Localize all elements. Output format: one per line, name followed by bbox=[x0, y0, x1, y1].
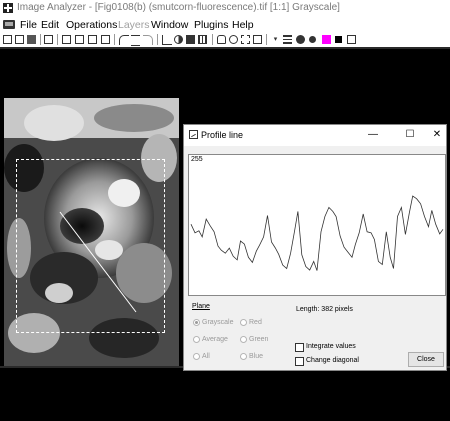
radio-red-label: Red bbox=[249, 319, 262, 326]
line-icon[interactable] bbox=[162, 35, 172, 45]
save-icon[interactable] bbox=[27, 35, 36, 44]
menu-bar: File Edit Operations Layers Window Plugi… bbox=[0, 17, 450, 34]
contrast-icon[interactable] bbox=[174, 35, 183, 44]
fg-color-icon[interactable] bbox=[322, 35, 331, 44]
third-color-icon[interactable] bbox=[347, 35, 356, 44]
redo-icon[interactable] bbox=[131, 35, 140, 46]
bg-color-icon[interactable] bbox=[335, 36, 342, 43]
radio-blue[interactable] bbox=[240, 353, 247, 360]
minimize-button[interactable]: — bbox=[364, 127, 382, 143]
plane-label: Plane bbox=[192, 303, 210, 310]
zoom-icon[interactable] bbox=[229, 35, 238, 44]
select-icon[interactable] bbox=[241, 35, 250, 44]
print-icon[interactable] bbox=[44, 35, 53, 44]
menu-edit[interactable]: Edit bbox=[41, 19, 59, 31]
lasso-icon[interactable] bbox=[198, 35, 207, 44]
profile-series-line bbox=[190, 195, 444, 271]
close-button[interactable]: Close bbox=[408, 352, 444, 367]
window-title: Image Analyzer - [Fig0108(b) (smutcorn-f… bbox=[17, 2, 340, 13]
radio-green[interactable] bbox=[240, 336, 247, 343]
menu-file[interactable]: File bbox=[20, 19, 37, 31]
change-diagonal-checkbox[interactable] bbox=[295, 357, 304, 366]
chart-line-icon bbox=[189, 130, 198, 139]
cut-icon[interactable] bbox=[88, 35, 97, 44]
crop-icon[interactable] bbox=[101, 35, 110, 44]
menu-plugins[interactable]: Plugins bbox=[194, 19, 228, 31]
toolbar-separator bbox=[157, 34, 158, 45]
toolbar-separator bbox=[266, 34, 267, 45]
radio-red[interactable] bbox=[240, 319, 247, 326]
toolbar: ▾ bbox=[0, 33, 450, 47]
radio-grayscale-label: Grayscale bbox=[202, 319, 234, 326]
profile-window-title: Profile line bbox=[201, 130, 244, 140]
radio-average[interactable] bbox=[193, 336, 200, 343]
grid-icon[interactable] bbox=[143, 35, 153, 45]
spray-icon[interactable] bbox=[309, 36, 316, 43]
open-icon[interactable] bbox=[15, 35, 24, 44]
radio-all-label: All bbox=[202, 353, 210, 360]
plus-app-icon bbox=[3, 3, 13, 13]
menu-layers: Layers bbox=[118, 19, 150, 31]
undo-icon[interactable] bbox=[119, 35, 129, 45]
hand-icon[interactable] bbox=[217, 35, 226, 44]
image-canvas[interactable] bbox=[4, 98, 179, 366]
menu-operations[interactable]: Operations bbox=[66, 19, 117, 31]
radio-green-label: Green bbox=[249, 336, 269, 343]
new-icon[interactable] bbox=[3, 35, 12, 44]
pen-width-icon[interactable] bbox=[283, 35, 292, 44]
paste-icon[interactable] bbox=[75, 35, 84, 44]
brightness-icon[interactable] bbox=[186, 35, 195, 44]
radio-blue-label: Blue bbox=[249, 353, 264, 360]
title-bar: Image Analyzer - [Fig0108(b) (smutcorn-f… bbox=[0, 0, 450, 17]
integrate-values-checkbox[interactable] bbox=[295, 343, 304, 352]
radio-grayscale[interactable] bbox=[193, 319, 200, 326]
profile-chart bbox=[190, 195, 444, 271]
radio-average-label: Average bbox=[202, 336, 228, 343]
maximize-button[interactable]: ☐ bbox=[401, 127, 419, 143]
toolbar-separator bbox=[212, 34, 213, 45]
radio-all[interactable] bbox=[193, 353, 200, 360]
length-text: Length: 382 pixels bbox=[296, 306, 353, 313]
integrate-values-label: Integrate values bbox=[306, 343, 356, 350]
close-window-button[interactable]: ✕ bbox=[428, 127, 446, 143]
brush-icon[interactable] bbox=[296, 35, 305, 44]
toolbar-separator bbox=[57, 34, 58, 45]
menu-help[interactable]: Help bbox=[232, 19, 254, 31]
change-diagonal-label: Change diagonal bbox=[306, 357, 359, 364]
profile-plot: 255 bbox=[188, 154, 446, 296]
menu-window[interactable]: Window bbox=[151, 19, 188, 31]
workspace-band bbox=[0, 47, 450, 49]
selection-rectangle[interactable] bbox=[16, 159, 165, 333]
white-color-icon[interactable] bbox=[253, 35, 262, 44]
document-menu-icon[interactable] bbox=[3, 20, 15, 29]
copy-icon[interactable] bbox=[62, 35, 71, 44]
dropdown-icon[interactable]: ▾ bbox=[271, 35, 280, 44]
toolbar-separator bbox=[40, 34, 41, 45]
toolbar-separator bbox=[114, 34, 115, 45]
profile-line-window: Profile line — ☐ ✕ 255 Plane Grayscale R… bbox=[183, 124, 447, 371]
profile-window-titlebar[interactable]: Profile line — ☐ ✕ bbox=[184, 125, 446, 146]
